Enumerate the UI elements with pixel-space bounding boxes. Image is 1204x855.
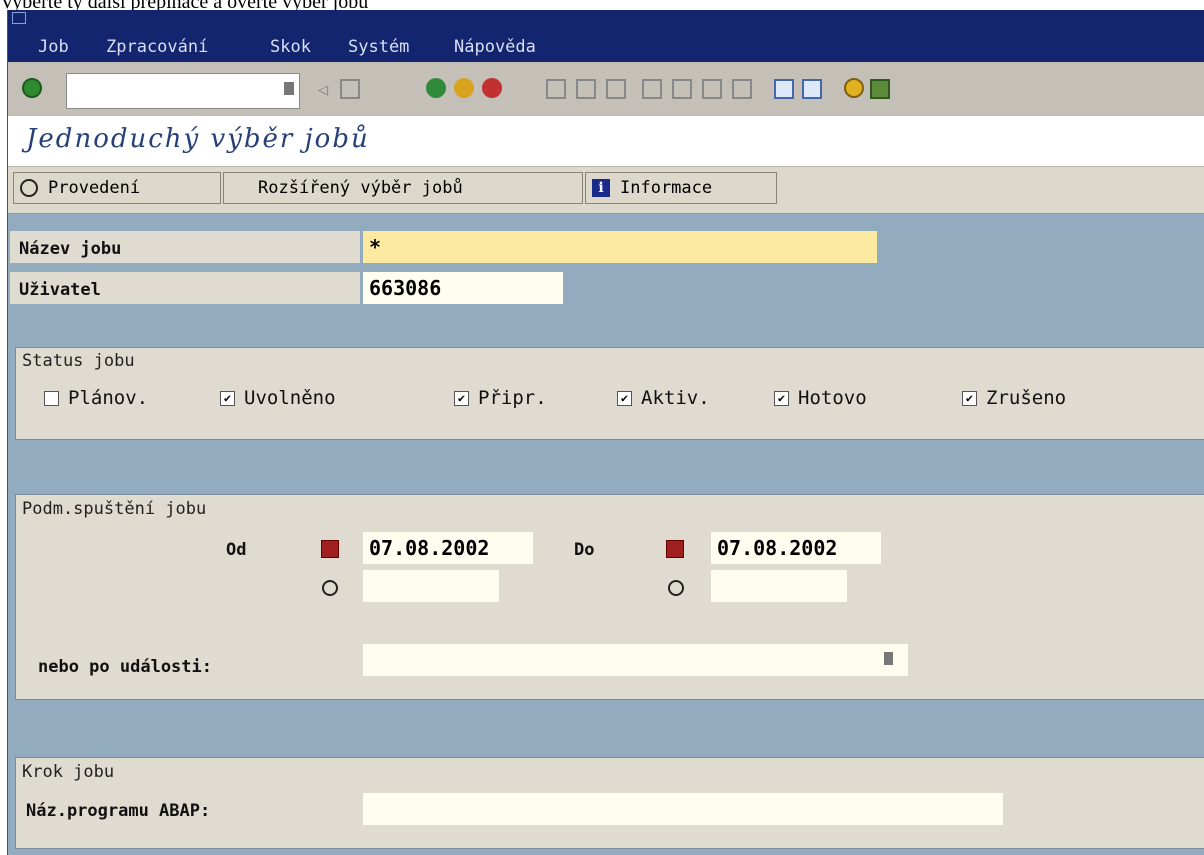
system-menu-icon[interactable] (12, 12, 26, 24)
menu-job[interactable]: Job (38, 37, 69, 57)
clock-icon (20, 179, 38, 197)
calendar-icon[interactable] (321, 540, 339, 558)
to-label: Do (574, 540, 595, 560)
execute-button[interactable]: Provedení (13, 172, 221, 204)
checkbox-active-label: Aktiv. (641, 387, 710, 409)
checkbox-active[interactable]: ✔ (617, 391, 632, 406)
create-session-icon[interactable] (774, 79, 794, 99)
help-icon[interactable] (844, 78, 864, 98)
checkbox-cancelled[interactable]: ✔ (962, 391, 977, 406)
back-arrow-icon[interactable]: ◁ (318, 80, 328, 100)
job-step-title: Krok jobu (22, 762, 115, 782)
checkbox-cancelled-label: Zrušeno (986, 387, 1067, 409)
menu-bar: Job Zpracování Skok Systém Nápověda (8, 10, 1204, 62)
information-label: Informace (620, 178, 713, 198)
sap-window: Job Zpracování Skok Systém Nápověda ◁ Je… (7, 10, 1204, 855)
abap-program-input[interactable] (363, 793, 1003, 825)
status-group-title: Status jobu (22, 351, 135, 371)
exit-icon[interactable] (454, 78, 474, 98)
from-date-input[interactable]: 07.08.2002 (363, 532, 533, 564)
job-name-label: Název jobu (19, 239, 122, 259)
next-page-icon[interactable] (702, 79, 722, 99)
last-page-icon[interactable] (732, 79, 752, 99)
page-title: Jednoduchý výběr jobů (26, 124, 370, 154)
extended-selection-icon (230, 179, 248, 197)
command-field[interactable] (66, 73, 300, 109)
layout-menu-icon[interactable] (870, 79, 890, 99)
calendar-icon[interactable] (666, 540, 684, 558)
menu-processing[interactable]: Zpracování (106, 37, 208, 57)
to-time-input[interactable] (711, 570, 847, 602)
checkbox-planned-label: Plánov. (68, 387, 149, 409)
command-history-icon[interactable] (284, 82, 294, 95)
menu-help[interactable]: Nápověda (454, 37, 536, 57)
value-help-icon[interactable] (884, 652, 893, 665)
menu-goto[interactable]: Skok (270, 37, 311, 57)
information-button[interactable]: i Informace (585, 172, 777, 204)
event-input[interactable] (363, 644, 908, 676)
from-time-input[interactable] (363, 570, 499, 602)
checkbox-released-label: Uvolněno (244, 387, 336, 409)
extended-selection-button[interactable]: Rozšířený výběr jobů (223, 172, 583, 204)
checkbox-finished-label: Hotovo (798, 387, 867, 409)
checkbox-planned[interactable] (44, 391, 59, 406)
clock-icon[interactable] (668, 580, 684, 596)
previous-page-icon[interactable] (672, 79, 692, 99)
user-label: Uživatel (19, 280, 101, 300)
first-page-icon[interactable] (642, 79, 662, 99)
save-icon[interactable] (340, 79, 360, 99)
back-icon[interactable] (426, 78, 446, 98)
abap-program-label: Náz.programu ABAP: (26, 801, 211, 821)
event-label: nebo po události: (38, 657, 212, 677)
checkbox-ready-label: Připr. (478, 387, 547, 409)
enter-check-icon[interactable] (22, 78, 42, 98)
checkbox-released[interactable]: ✔ (220, 391, 235, 406)
start-condition-title: Podm.spuštění jobu (22, 499, 207, 519)
find-next-icon[interactable] (606, 79, 626, 99)
job-name-input[interactable]: * (363, 231, 877, 263)
extended-selection-label: Rozšířený výběr jobů (258, 178, 463, 198)
execute-button-label: Provedení (48, 178, 141, 198)
print-icon[interactable] (546, 79, 566, 99)
shortcut-icon[interactable] (802, 79, 822, 99)
menu-system[interactable]: Systém (348, 37, 409, 57)
info-icon: i (592, 179, 610, 197)
user-input[interactable]: 663086 (363, 272, 563, 304)
clock-icon[interactable] (322, 580, 338, 596)
checkbox-ready[interactable]: ✔ (454, 391, 469, 406)
cancel-icon[interactable] (482, 78, 502, 98)
from-label: Od (226, 540, 247, 560)
to-date-input[interactable]: 07.08.2002 (711, 532, 881, 564)
checkbox-finished[interactable]: ✔ (774, 391, 789, 406)
find-icon[interactable] (576, 79, 596, 99)
